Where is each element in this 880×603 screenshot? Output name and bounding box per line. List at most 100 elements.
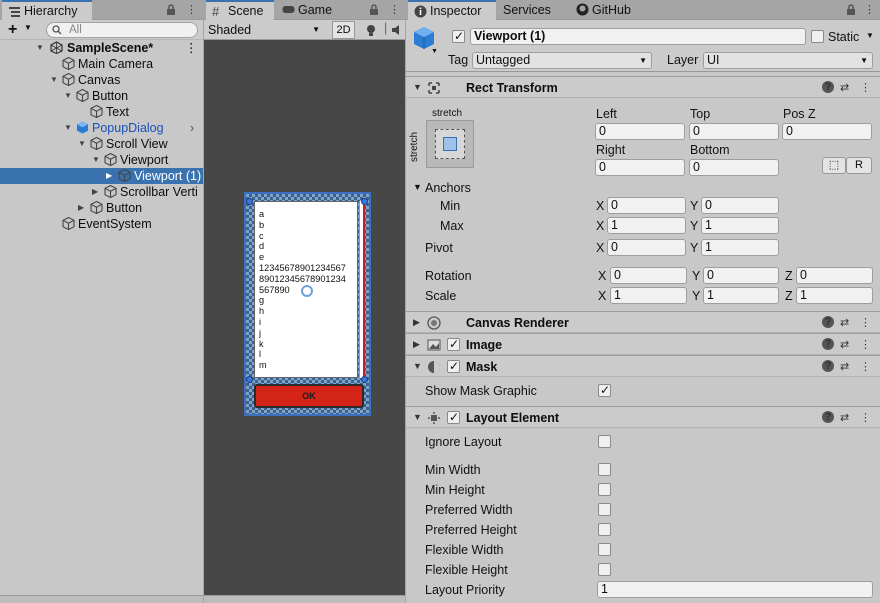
component-menu-icon[interactable]: ⋮ — [860, 360, 871, 373]
tree-fold-icon[interactable]: ▶ — [106, 168, 112, 184]
anchor-min-y-field[interactable]: 0 — [701, 197, 779, 214]
layout-priority-field[interactable]: 1 — [597, 581, 873, 598]
scale-z-field[interactable]: 1 — [796, 287, 873, 304]
rect-handle-top-left[interactable] — [246, 198, 253, 205]
rotation-x-field[interactable]: 0 — [610, 267, 687, 284]
object-name-field[interactable]: Viewport (1) — [470, 28, 806, 45]
presets-icon[interactable]: ⇄ — [840, 81, 849, 94]
rotation-z-field[interactable]: 0 — [796, 267, 873, 284]
static-dropdown-icon[interactable]: ▼ — [866, 31, 874, 40]
pivot-icon[interactable] — [300, 284, 314, 298]
lighting-icon[interactable] — [364, 23, 378, 37]
presets-icon[interactable]: ⇄ — [840, 411, 849, 424]
add-button[interactable]: + — [8, 21, 17, 39]
layout-element-enabled-checkbox[interactable] — [447, 410, 460, 424]
left-field[interactable]: 0 — [595, 123, 685, 140]
hierarchy-item[interactable]: ▶ Button — [0, 200, 203, 216]
tree-fold-icon[interactable]: ▶ — [78, 200, 84, 216]
anchor-min-x-field[interactable]: 0 — [607, 197, 686, 214]
hierarchy-item[interactable]: ▶ Viewport (1) — [0, 168, 203, 184]
hierarchy-item[interactable]: Text — [0, 104, 203, 120]
component-mask[interactable]: ▼ Mask ? ⇄ ⋮ — [406, 355, 880, 377]
flexible-height-checkbox[interactable] — [598, 563, 611, 576]
posz-field[interactable]: 0 — [782, 123, 872, 140]
lock-icon[interactable] — [166, 4, 176, 16]
scale-x-field[interactable]: 1 — [610, 287, 687, 304]
image-enabled-checkbox[interactable] — [447, 337, 460, 351]
active-checkbox[interactable] — [452, 29, 465, 43]
tab-services[interactable]: Services — [497, 0, 567, 20]
tag-dropdown[interactable]: Untagged ▼ — [472, 52, 652, 69]
shading-mode-dropdown[interactable]: Shaded ▼ — [208, 22, 320, 38]
lock-icon[interactable] — [369, 4, 379, 16]
scene-menu-icon[interactable]: ⋮ — [389, 3, 400, 16]
prefab-open-chevron-icon[interactable]: › — [190, 120, 194, 136]
preferred-width-checkbox[interactable] — [598, 503, 611, 516]
search-input[interactable]: All — [46, 22, 198, 38]
add-dropdown-icon[interactable]: ▼ — [24, 23, 32, 32]
rect-handle-bottom-left[interactable] — [246, 376, 253, 383]
blueprint-mode-button[interactable]: ⬚ — [822, 157, 846, 174]
component-menu-icon[interactable]: ⋮ — [860, 338, 871, 351]
help-icon[interactable]: ? — [822, 411, 834, 423]
flexible-width-checkbox[interactable] — [598, 543, 611, 556]
mask-enabled-checkbox[interactable] — [447, 359, 460, 373]
tree-fold-icon[interactable]: ▼ — [64, 120, 72, 136]
presets-icon[interactable]: ⇄ — [840, 338, 849, 351]
scene-menu-icon[interactable]: ⋮ — [185, 40, 198, 56]
raw-edit-button[interactable]: R — [846, 157, 872, 174]
rotation-y-field[interactable]: 0 — [703, 267, 779, 284]
top-field[interactable]: 0 — [689, 123, 779, 140]
pivot-y-field[interactable]: 1 — [701, 239, 779, 256]
tab-game[interactable]: Game — [276, 0, 342, 20]
fold-arrow-icon[interactable]: ▼ — [413, 412, 422, 422]
help-icon[interactable]: ? — [822, 360, 834, 372]
presets-icon[interactable]: ⇄ — [840, 316, 849, 329]
hierarchy-item[interactable]: Main Camera — [0, 56, 203, 72]
tab-scene[interactable]: # Scene — [206, 0, 274, 20]
rect-handle-top-right[interactable] — [361, 198, 368, 205]
hierarchy-item[interactable]: ▼ Button — [0, 88, 203, 104]
tree-fold-icon[interactable]: ▼ — [36, 40, 44, 56]
component-menu-icon[interactable]: ⋮ — [860, 81, 871, 94]
min-width-checkbox[interactable] — [598, 463, 611, 476]
fold-arrow-icon[interactable]: ▼ — [413, 361, 422, 371]
preferred-height-checkbox[interactable] — [598, 523, 611, 536]
scale-y-field[interactable]: 1 — [703, 287, 779, 304]
fold-arrow-icon[interactable]: ▶ — [413, 317, 420, 328]
anchor-max-x-field[interactable]: 1 — [607, 217, 686, 234]
hierarchy-scene-row[interactable]: ▼ SampleScene* ⋮ — [0, 40, 203, 56]
hierarchy-item[interactable]: EventSystem — [0, 216, 203, 232]
hierarchy-item[interactable]: ▼ PopupDialog › — [0, 120, 203, 136]
component-rect-transform[interactable]: ▼ Rect Transform ? ⇄ ⋮ — [406, 76, 880, 98]
layer-dropdown[interactable]: UI ▼ — [703, 52, 873, 69]
help-icon[interactable]: ? — [822, 316, 834, 328]
anchor-max-y-field[interactable]: 1 — [701, 217, 779, 234]
show-mask-graphic-checkbox[interactable] — [598, 383, 611, 397]
popup-dialog-preview[interactable]: a b c d e 12345678901234567 890123456789… — [244, 192, 371, 416]
bottom-field[interactable]: 0 — [689, 159, 779, 176]
tab-hierarchy[interactable]: Hierarchy — [2, 0, 92, 20]
fold-arrow-icon[interactable]: ▼ — [413, 82, 422, 92]
icon-dropdown-icon[interactable]: ▼ — [431, 48, 438, 55]
anchor-presets-button[interactable] — [426, 120, 474, 168]
component-menu-icon[interactable]: ⋮ — [860, 411, 871, 424]
component-canvas-renderer[interactable]: ▶ Canvas Renderer ? ⇄ ⋮ — [406, 311, 880, 333]
hierarchy-item[interactable]: ▼ Canvas — [0, 72, 203, 88]
presets-icon[interactable]: ⇄ — [840, 360, 849, 373]
help-icon[interactable]: ? — [822, 338, 834, 350]
hierarchy-item[interactable]: ▶ Scrollbar Verti — [0, 184, 203, 200]
lock-icon[interactable] — [846, 4, 856, 16]
hierarchy-item[interactable]: ▼ Viewport — [0, 152, 203, 168]
component-layout-element[interactable]: ▼ Layout Element ? ⇄ ⋮ — [406, 406, 880, 428]
tree-fold-icon[interactable]: ▼ — [50, 72, 58, 88]
help-icon[interactable]: ? — [822, 81, 834, 93]
fold-arrow-icon[interactable]: ▶ — [413, 339, 420, 350]
component-image[interactable]: ▶ Image ? ⇄ ⋮ — [406, 333, 880, 355]
hierarchy-item[interactable]: ▼ Scroll View — [0, 136, 203, 152]
mode-2d-button[interactable]: 2D — [332, 21, 355, 39]
audio-icon[interactable] — [390, 23, 404, 37]
static-checkbox[interactable] — [811, 30, 824, 43]
scene-viewport[interactable]: a b c d e 12345678901234567 890123456789… — [204, 41, 405, 595]
tree-fold-icon[interactable]: ▼ — [64, 88, 72, 104]
